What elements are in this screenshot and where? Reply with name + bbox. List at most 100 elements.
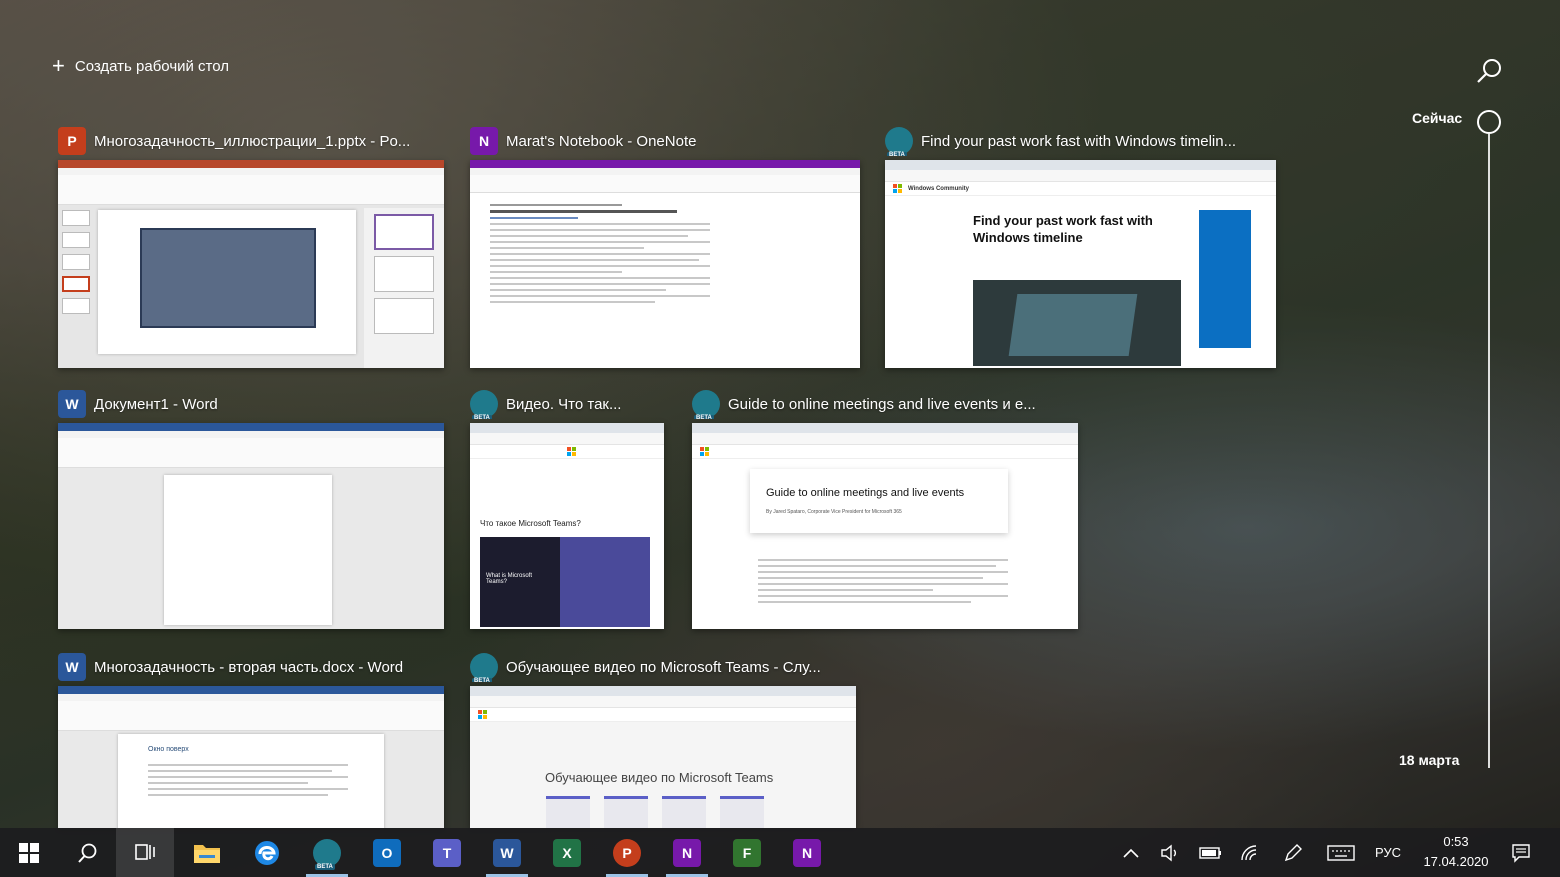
timeline-now-label: Сейчас bbox=[1412, 110, 1463, 126]
taskbar-onenote-2[interactable]: N bbox=[778, 828, 836, 877]
powerpoint-icon: P bbox=[613, 838, 641, 867]
window-title: Guide to online meetings and live events… bbox=[728, 395, 1036, 413]
window-thumbnail[interactable] bbox=[58, 423, 444, 629]
tray-overflow-button[interactable] bbox=[1116, 828, 1146, 877]
edge-icon bbox=[255, 840, 279, 865]
teams-icon: T bbox=[433, 838, 461, 867]
windows-logo-icon bbox=[19, 842, 39, 863]
task-view-icon bbox=[135, 843, 155, 860]
window-thumbnail[interactable]: Windows Community Find your past work fa… bbox=[885, 160, 1276, 368]
planner-icon: F bbox=[733, 838, 761, 867]
taskbar-teams[interactable]: T bbox=[418, 828, 476, 877]
timeline-scrollbar[interactable] bbox=[1488, 134, 1490, 768]
timeline-slider-handle[interactable] bbox=[1477, 110, 1501, 134]
window-card-edge-video[interactable]: BETA Видео. Что так... Что такое Microso… bbox=[470, 389, 664, 631]
page-heading: Что такое Microsoft Teams? bbox=[480, 519, 581, 528]
window-title: Видео. Что так... bbox=[506, 395, 622, 413]
edge-beta-icon: BETA bbox=[470, 390, 498, 419]
volume-icon bbox=[1161, 844, 1176, 861]
word-icon: W bbox=[58, 653, 86, 681]
onenote-icon: N bbox=[673, 838, 701, 867]
video-caption: What is Microsoft Teams? bbox=[486, 573, 533, 585]
edge-beta-icon: BETA bbox=[470, 653, 498, 682]
tray-touch-keyboard[interactable] bbox=[1324, 828, 1358, 877]
taskbar-onenote[interactable]: N bbox=[658, 828, 716, 877]
plus-icon: + bbox=[52, 53, 65, 78]
new-desktop-button[interactable]: + Создать рабочий стол bbox=[52, 54, 229, 78]
microsoft-logo-icon bbox=[478, 710, 487, 719]
search-icon bbox=[78, 843, 97, 863]
tray-pen[interactable] bbox=[1278, 828, 1308, 877]
window-card-edge-guide[interactable]: BETA Guide to online meetings and live e… bbox=[692, 389, 1078, 631]
microsoft-logo-icon bbox=[566, 447, 576, 456]
taskbar-excel[interactable]: X bbox=[538, 828, 596, 877]
window-card-powerpoint[interactable]: P Многозадачность_иллюстрации_1.pptx - P… bbox=[58, 126, 444, 368]
start-button[interactable] bbox=[0, 828, 58, 877]
window-card-word-document1[interactable]: W Документ1 - Word bbox=[58, 389, 444, 631]
onenote-icon: N bbox=[793, 838, 821, 867]
window-thumbnail[interactable]: Guide to online meetings and live events… bbox=[692, 423, 1078, 629]
outlook-icon: O bbox=[373, 838, 401, 867]
taskbar-edge-beta[interactable]: BETA bbox=[298, 828, 356, 877]
tray-action-center[interactable] bbox=[1504, 828, 1538, 877]
window-title: Многозадачность_иллюстрации_1.pptx - Po.… bbox=[94, 132, 411, 150]
site-name: Windows Community bbox=[908, 185, 969, 192]
chevron-up-icon bbox=[1123, 848, 1139, 858]
battery-icon bbox=[1199, 846, 1221, 859]
search-icon bbox=[1477, 59, 1501, 83]
notifications-icon bbox=[1512, 843, 1530, 863]
tray-wifi[interactable] bbox=[1236, 828, 1266, 877]
taskbar-clock[interactable]: 0:53 17.04.2020 bbox=[1416, 832, 1496, 872]
tray-volume[interactable] bbox=[1156, 828, 1186, 877]
word-icon: W bbox=[493, 838, 521, 867]
timeline-search-button[interactable] bbox=[1474, 56, 1504, 86]
window-card-edge-timeline[interactable]: BETA Find your past work fast with Windo… bbox=[885, 126, 1276, 368]
window-title: Find your past work fast with Windows ti… bbox=[921, 132, 1237, 150]
word-icon: W bbox=[58, 390, 86, 418]
window-title: Обучающее видео по Microsoft Teams - Слу… bbox=[506, 658, 821, 676]
window-card-onenote[interactable]: N Marat's Notebook - OneNote bbox=[470, 126, 860, 368]
taskbar-outlook[interactable]: O bbox=[358, 828, 416, 877]
article-byline: By Jared Spataro, Corporate Vice Preside… bbox=[766, 509, 902, 515]
window-title: Многозадачность - вторая часть.docx - Wo… bbox=[94, 658, 404, 676]
timeline-date-label: 18 марта bbox=[1399, 752, 1460, 768]
window-title: Marat's Notebook - OneNote bbox=[506, 132, 697, 150]
window-thumbnail[interactable]: Окно поверх bbox=[58, 686, 444, 828]
edge-beta-icon: BETA bbox=[313, 838, 341, 870]
doc-heading: Окно поверх bbox=[148, 746, 189, 753]
window-thumbnail[interactable]: Обучающее видео по Microsoft Teams bbox=[470, 686, 856, 828]
keyboard-icon bbox=[1327, 844, 1355, 861]
article-heading: Find your past work fast with Windows ti… bbox=[973, 213, 1153, 245]
window-thumbnail[interactable] bbox=[58, 160, 444, 368]
taskbar-search-button[interactable] bbox=[58, 828, 116, 877]
page-heading: Обучающее видео по Microsoft Teams bbox=[545, 770, 774, 785]
window-card-word-part2[interactable]: W Многозадачность - вторая часть.docx - … bbox=[58, 652, 444, 828]
window-card-edge-teams-training[interactable]: BETA Обучающее видео по Microsoft Teams … bbox=[470, 652, 856, 828]
pen-icon bbox=[1284, 843, 1302, 861]
clock-time: 0:53 bbox=[1443, 834, 1469, 849]
task-view-button[interactable] bbox=[116, 828, 174, 877]
folder-icon bbox=[194, 844, 220, 863]
microsoft-logo-icon bbox=[700, 447, 709, 456]
taskbar-file-explorer[interactable] bbox=[178, 828, 236, 877]
window-title: Документ1 - Word bbox=[94, 395, 218, 413]
taskbar-powerpoint[interactable]: P bbox=[598, 828, 656, 877]
edge-beta-icon: BETA bbox=[885, 127, 913, 156]
article-heading: Guide to online meetings and live events bbox=[766, 487, 965, 499]
taskbar-word[interactable]: W bbox=[478, 828, 536, 877]
microsoft-logo-icon bbox=[893, 184, 902, 193]
clock-date: 17.04.2020 bbox=[1423, 854, 1489, 869]
window-thumbnail[interactable]: Что такое Microsoft Teams? What is Micro… bbox=[470, 423, 664, 629]
taskbar-planner[interactable]: F bbox=[718, 828, 776, 877]
powerpoint-icon: P bbox=[58, 127, 86, 155]
tray-battery[interactable] bbox=[1196, 828, 1226, 877]
wifi-icon bbox=[1241, 844, 1257, 860]
new-desktop-label: Создать рабочий стол bbox=[74, 57, 230, 75]
taskbar-edge[interactable] bbox=[238, 828, 296, 877]
edge-beta-icon: BETA bbox=[692, 390, 720, 419]
tray-language[interactable]: РУС bbox=[1366, 828, 1410, 877]
excel-icon: X bbox=[553, 838, 581, 867]
onenote-icon: N bbox=[470, 127, 498, 155]
window-thumbnail[interactable] bbox=[470, 160, 860, 368]
taskbar: BETA O T W X P N F N РУС bbox=[0, 828, 1560, 877]
